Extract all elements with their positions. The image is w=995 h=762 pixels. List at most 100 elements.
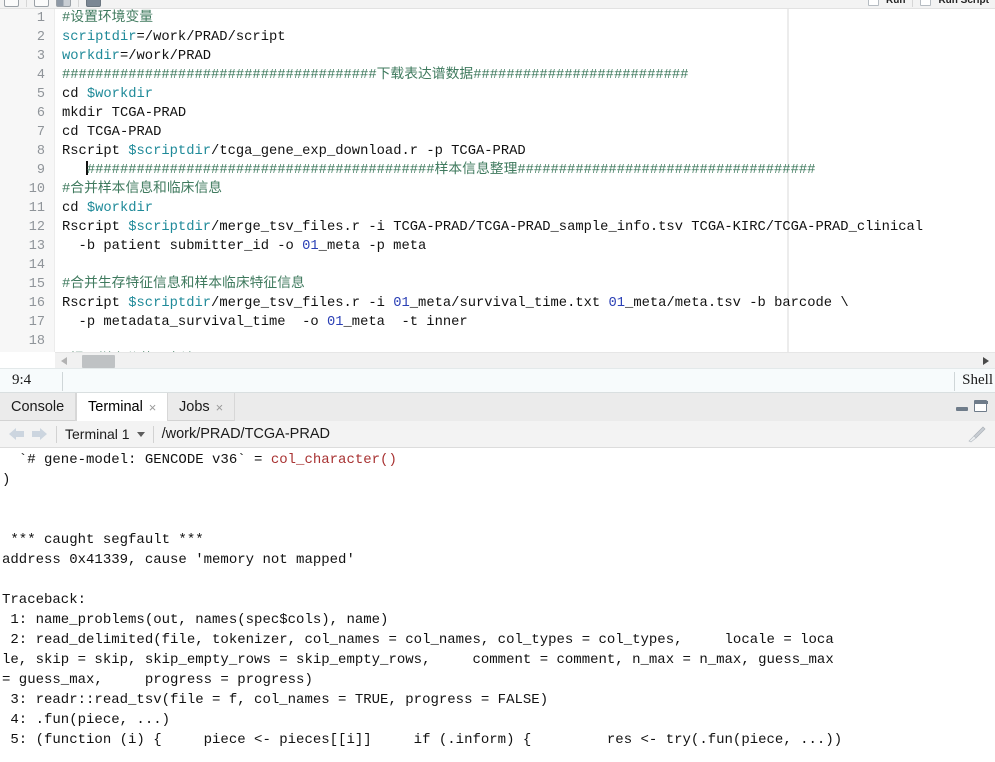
run-icon[interactable] bbox=[867, 0, 879, 6]
tab-terminal[interactable]: Terminal × bbox=[76, 393, 169, 421]
code-line[interactable]: cd $workdir bbox=[55, 199, 995, 218]
cursor-position-label[interactable]: 9:4 bbox=[12, 372, 31, 389]
terminal-selector-label[interactable]: Terminal 1 bbox=[65, 426, 130, 442]
code-line[interactable]: cd TCGA-PRAD bbox=[55, 123, 995, 142]
scrollbar-thumb[interactable] bbox=[82, 355, 115, 368]
editor-horizontal-scrollbar[interactable] bbox=[55, 352, 995, 368]
line-number: 14 bbox=[28, 258, 45, 273]
chart-icon[interactable] bbox=[56, 0, 71, 7]
code-token: /merge_tsv_files.r -i bbox=[211, 296, 394, 311]
rstudio-window: { "toolbar": { "items": ["save-icon", "s… bbox=[0, 0, 995, 762]
line-number: 13 bbox=[28, 239, 45, 254]
line-number: 12 bbox=[28, 220, 45, 235]
editor-language-label[interactable]: Shell bbox=[962, 372, 993, 389]
close-icon[interactable]: × bbox=[216, 401, 224, 414]
code-token: 01 bbox=[302, 239, 319, 254]
code-line[interactable]: ########################################… bbox=[55, 161, 995, 180]
broom-icon[interactable] bbox=[86, 0, 101, 7]
code-token: $scriptdir bbox=[128, 220, 212, 235]
code-token: $scriptdir bbox=[128, 144, 212, 159]
code-token: $workdir bbox=[86, 201, 154, 216]
broom-icon[interactable] bbox=[967, 426, 987, 444]
code-token: Rscript bbox=[62, 220, 129, 235]
terminal-output-line: `# gene-model: GENCODE v36` = col_charac… bbox=[0, 450, 995, 470]
terminal-output-line: 4: .fun(piece, ...) bbox=[0, 710, 995, 730]
code-line[interactable]: cd $workdir bbox=[55, 85, 995, 104]
code-line[interactable] bbox=[55, 332, 995, 351]
output-token: 5: (function (i) { piece <- pieces[[i]] … bbox=[2, 732, 843, 748]
source-editor-pane[interactable]: 12345678910111213141516171819 #设置环境变量scr… bbox=[0, 9, 995, 352]
code-token: $workdir bbox=[86, 87, 154, 102]
line-number: 6 bbox=[36, 106, 45, 121]
scroll-left-arrow-icon[interactable] bbox=[61, 357, 67, 365]
terminal-output-line: 1: name_problems(out, names(spec$cols), … bbox=[0, 610, 995, 630]
editor-lines[interactable]: #设置环境变量 scriptdir=/work/PRAD/script workdi… bbox=[55, 9, 995, 352]
output-token: le, skip = skip, skip_empty_rows = skip_… bbox=[2, 652, 834, 668]
code-token: ######################################下载… bbox=[62, 68, 689, 83]
back-arrow-icon[interactable] bbox=[4, 0, 19, 7]
minimize-pane-icon[interactable] bbox=[955, 401, 969, 412]
output-token: 4: .fun(piece, ...) bbox=[2, 712, 171, 728]
run-button-label[interactable]: Run bbox=[886, 0, 905, 6]
code-line[interactable]: mkdir TCGA-PRAD bbox=[55, 104, 995, 123]
tab-jobs[interactable]: Jobs × bbox=[168, 393, 236, 421]
terminal-selector[interactable]: Terminal 1 bbox=[65, 426, 145, 442]
code-line[interactable]: #合并生存特征信息和样本临床特征信息 bbox=[55, 275, 995, 294]
code-token: -p metadata_survival_time -o bbox=[62, 315, 327, 330]
code-token: =/work/PRAD bbox=[119, 49, 212, 64]
code-line[interactable]: #合并样本信息和临床信息 bbox=[55, 180, 995, 199]
output-token: ) bbox=[2, 472, 11, 488]
code-line[interactable]: scriptdir=/work/PRAD/script bbox=[55, 28, 995, 47]
output-token: = guess_max, progress = progress) bbox=[2, 672, 313, 688]
toolbar-separator bbox=[26, 0, 27, 7]
line-number: 2 bbox=[36, 30, 45, 45]
line-number: 1 bbox=[36, 11, 45, 26]
output-token: 3: readr::read_tsv(file = f, col_names =… bbox=[2, 692, 549, 708]
terminal-output-line: 5: (function (i) { piece <- pieces[[i]] … bbox=[0, 730, 995, 750]
chevron-down-icon[interactable] bbox=[136, 431, 145, 437]
run-script-button-label[interactable]: Run Script bbox=[938, 0, 989, 6]
code-token: cd bbox=[62, 201, 87, 216]
maximize-pane-icon[interactable] bbox=[974, 400, 988, 412]
terminal-output-line: *** caught segfault *** bbox=[0, 530, 995, 550]
code-line[interactable] bbox=[55, 256, 995, 275]
code-token: cd TCGA-PRAD bbox=[62, 125, 162, 140]
panel-tab-bar[interactable]: Console Terminal × Jobs × bbox=[0, 393, 995, 421]
code-token: =/work/PRAD/script bbox=[136, 30, 286, 45]
line-number: 3 bbox=[36, 49, 45, 64]
code-line[interactable]: -p metadata_survival_time -o 01_meta -t … bbox=[55, 313, 995, 332]
save-icon[interactable] bbox=[34, 0, 49, 7]
code-line[interactable]: Rscript $scriptdir/tcga_gene_exp_downloa… bbox=[55, 142, 995, 161]
source-icon[interactable] bbox=[920, 0, 932, 6]
status-divider bbox=[62, 372, 63, 391]
output-token: 2: read_delimited(file, tokenizer, col_n… bbox=[2, 632, 834, 648]
output-token: 1: name_problems(out, names(spec$cols), … bbox=[2, 612, 389, 628]
code-line[interactable]: #设置环境变量 bbox=[55, 9, 995, 28]
code-line[interactable]: workdir=/work/PRAD bbox=[55, 47, 995, 66]
pane-controls bbox=[955, 400, 988, 412]
output-token: col_character() bbox=[270, 452, 397, 468]
tab-console[interactable]: Console bbox=[0, 393, 77, 421]
line-number: 18 bbox=[28, 334, 45, 349]
code-line[interactable]: -b patient submitter_id -o 01_meta -p me… bbox=[55, 237, 995, 256]
terminal-output-area[interactable]: `# gene-model: GENCODE v36` = col_charac… bbox=[0, 448, 995, 761]
code-token: workdir bbox=[62, 49, 120, 64]
line-number: 5 bbox=[36, 87, 45, 102]
terminal-output-line: 3: readr::read_tsv(file = f, col_names =… bbox=[0, 690, 995, 710]
code-line[interactable]: Rscript $scriptdir/merge_tsv_files.r -i … bbox=[55, 294, 995, 313]
editor-code-area[interactable]: #设置环境变量 scriptdir=/work/PRAD/script workdi… bbox=[55, 9, 995, 352]
back-arrow-icon[interactable] bbox=[8, 427, 26, 441]
forward-arrow-icon[interactable] bbox=[30, 427, 48, 441]
code-line[interactable]: Rscript $scriptdir/merge_tsv_files.r -i … bbox=[55, 218, 995, 237]
close-icon[interactable]: × bbox=[149, 401, 157, 414]
terminal-output-line: ) bbox=[0, 470, 995, 490]
toolbar-separator bbox=[78, 0, 79, 7]
line-number: 15 bbox=[28, 277, 45, 292]
tab-label: Terminal bbox=[88, 399, 143, 415]
scroll-right-arrow-icon[interactable] bbox=[983, 357, 989, 365]
code-token: _meta/meta.tsv -b barcode \ bbox=[625, 296, 849, 311]
code-line[interactable]: ######################################下载… bbox=[55, 66, 995, 85]
